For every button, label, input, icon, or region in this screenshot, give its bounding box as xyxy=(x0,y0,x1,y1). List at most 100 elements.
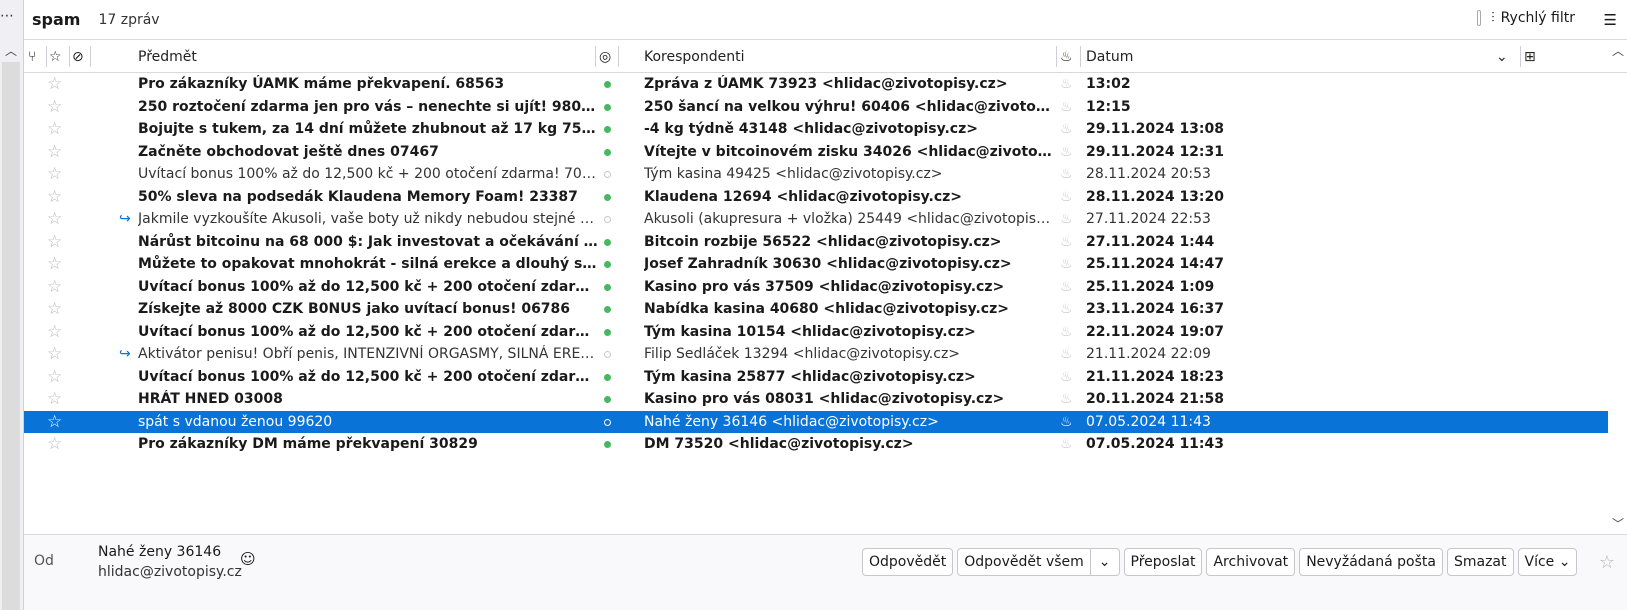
junk-flame-icon[interactable]: ♨ xyxy=(1060,165,1073,183)
star-message-icon[interactable]: ☆ xyxy=(1599,552,1615,573)
star-icon[interactable]: ☆ xyxy=(47,97,62,117)
subject-column-header[interactable]: Předmět xyxy=(138,40,197,73)
scroll-up-icon[interactable]: ︿ xyxy=(1612,42,1624,59)
message-row[interactable]: ☆ ↪ Jakmile vyzkoušíte Akusoli, vaše boty … xyxy=(24,208,1608,231)
star-icon[interactable]: ☆ xyxy=(47,164,62,184)
archive-button[interactable]: Archivovat xyxy=(1206,548,1296,576)
message-row[interactable]: ☆ Můžete to opakovat mnohokrát - silná er… xyxy=(24,253,1608,276)
read-status-dot[interactable] xyxy=(604,238,611,246)
message-list-scrollbar[interactable]: ︿ ﹀ xyxy=(1608,40,1627,534)
read-status-dot[interactable] xyxy=(604,103,611,111)
star-icon[interactable]: ☆ xyxy=(47,434,62,454)
junk-flame-icon[interactable]: ♨ xyxy=(1060,143,1073,161)
message-row[interactable]: ☆ 50% sleva na podsedák Klaudena Memory F… xyxy=(24,186,1608,209)
star-icon[interactable]: ☆ xyxy=(47,119,62,139)
junk-flame-icon[interactable]: ♨ xyxy=(1060,98,1073,116)
junk-button[interactable]: Nevyžádaná pošta xyxy=(1299,548,1443,576)
junk-flame-icon[interactable]: ♨ xyxy=(1060,390,1073,408)
junk-status-column-icon[interactable]: ♨ xyxy=(1060,40,1076,73)
read-status-dot[interactable] xyxy=(604,81,611,88)
message-row[interactable]: ☆ Uvítací bonus 100% až do 12,500 kč + 20… xyxy=(24,276,1608,299)
message-row[interactable]: ☆ 250 roztočení zdarma jen pro vás – nene… xyxy=(24,96,1608,119)
junk-flame-icon[interactable]: ♨ xyxy=(1060,323,1073,341)
junk-flame-icon[interactable]: ♨ xyxy=(1060,345,1073,363)
scroll-up-icon[interactable]: ︿ xyxy=(5,42,17,59)
read-status-dot[interactable] xyxy=(604,351,611,358)
star-icon[interactable]: ☆ xyxy=(47,187,62,207)
reply-button[interactable]: Odpovědět xyxy=(862,548,954,576)
junk-flame-icon[interactable]: ♨ xyxy=(1060,413,1073,431)
message-row[interactable]: ☆ Uvítací bonus 100% až do 12,500 kč + 20… xyxy=(24,366,1608,389)
read-status-dot[interactable] xyxy=(604,418,611,426)
junk-flame-icon[interactable]: ♨ xyxy=(1060,368,1073,386)
read-status-dot[interactable] xyxy=(604,193,611,201)
message-row[interactable]: ☆ ↪ Aktivátor penisu! Obří penis, INTENZIV… xyxy=(24,343,1608,366)
attachment-column-icon[interactable]: ⊘ xyxy=(72,40,88,73)
star-icon[interactable]: ☆ xyxy=(47,322,62,342)
sender-email[interactable]: hlidac@zivotopisy.cz xyxy=(98,564,242,580)
junk-flame-icon[interactable]: ♨ xyxy=(1060,255,1073,273)
star-icon[interactable]: ☆ xyxy=(47,209,62,229)
message-row[interactable]: ☆ Nárůst bitcoinu na 68 000 $: Jak invest… xyxy=(24,231,1608,254)
read-status-dot[interactable] xyxy=(604,148,611,156)
message-row[interactable]: ☆ Získejte až 8000 CZK B0NUS jako uvítací… xyxy=(24,298,1608,321)
message-row[interactable]: ☆ Začněte obchodovat ještě dnes 07467 Víte… xyxy=(24,141,1608,164)
read-status-dot[interactable] xyxy=(604,126,611,133)
junk-flame-icon[interactable]: ♨ xyxy=(1060,300,1073,318)
junk-flame-icon[interactable]: ♨ xyxy=(1060,435,1073,453)
sort-chevron-down-icon[interactable]: ⌄ xyxy=(1496,40,1508,73)
read-status-dot[interactable] xyxy=(604,306,611,313)
quick-filter-toggle[interactable] xyxy=(1477,10,1482,26)
message-row[interactable]: ☆ Pro zákazníky ÚAMK máme překvapení. 685… xyxy=(24,73,1608,96)
folder-pane-scrollbar[interactable] xyxy=(2,62,20,610)
star-icon[interactable]: ☆ xyxy=(47,389,62,409)
star-icon[interactable]: ☆ xyxy=(47,74,62,94)
junk-flame-icon[interactable]: ♨ xyxy=(1060,120,1073,138)
column-picker-icon[interactable]: ⊞ xyxy=(1524,40,1536,73)
more-dots-icon[interactable]: ⋯ xyxy=(0,8,14,24)
forward-button[interactable]: Přeposlat xyxy=(1123,548,1203,576)
message-row[interactable]: ☆ HRÁT HNED 03008 Kasino pro vás 08031 <hl… xyxy=(24,388,1608,411)
message-row[interactable]: ☆ Bojujte s tukem, za 14 dní můžete zhubn… xyxy=(24,118,1608,141)
read-status-dot[interactable] xyxy=(604,283,611,291)
add-contact-icon[interactable]: ☺ xyxy=(240,550,256,568)
star-icon[interactable]: ☆ xyxy=(47,142,62,162)
message-row[interactable]: ☆ Pro zákazníky DM máme překvapení 30829 D… xyxy=(24,433,1608,456)
message-row[interactable]: ☆ Uvítací bonus 100% až do 12,500 kč + 20… xyxy=(24,321,1608,344)
thread-column-icon[interactable]: ⑂ xyxy=(28,40,44,73)
read-status-dot[interactable] xyxy=(604,216,611,223)
message-row[interactable]: ☆ Uvítací bonus 100% až do 12,500 kč + 20… xyxy=(24,163,1608,186)
star-icon[interactable]: ☆ xyxy=(47,299,62,319)
date-column-header[interactable]: Datum xyxy=(1086,40,1133,73)
read-status-dot[interactable] xyxy=(604,373,611,381)
star-icon[interactable]: ☆ xyxy=(47,344,62,364)
sender-name[interactable]: Nahé ženy 36146 xyxy=(98,544,221,560)
message-row[interactable]: ☆ spát s vdanou ženou 99620 Nahé ženy 3614… xyxy=(24,410,1608,433)
correspondents-column-header[interactable]: Korespondenti xyxy=(644,40,744,73)
read-status-dot[interactable] xyxy=(604,441,611,448)
star-icon[interactable]: ☆ xyxy=(47,277,62,297)
junk-flame-icon[interactable]: ♨ xyxy=(1060,233,1073,251)
star-column-icon[interactable]: ☆ xyxy=(49,40,67,73)
junk-flame-icon[interactable]: ♨ xyxy=(1060,188,1073,206)
message-subject: Pro zákazníky ÚAMK máme překvapení. 6856… xyxy=(138,76,505,92)
junk-flame-icon[interactable]: ♨ xyxy=(1060,278,1073,296)
star-icon[interactable]: ☆ xyxy=(47,367,62,387)
more-button[interactable]: Více ⌄ xyxy=(1517,548,1578,576)
delete-button[interactable]: Smazat xyxy=(1446,548,1514,576)
read-status-dot[interactable] xyxy=(604,396,611,403)
junk-flame-icon[interactable]: ♨ xyxy=(1060,75,1073,93)
reply-all-button[interactable]: Odpovědět všem xyxy=(957,548,1091,576)
read-status-dot[interactable] xyxy=(604,328,611,336)
scroll-down-icon[interactable]: ﹀ xyxy=(1612,515,1624,532)
list-layout-icon[interactable]: ☰ xyxy=(1604,11,1617,29)
read-status-dot[interactable] xyxy=(604,171,611,178)
junk-flame-icon[interactable]: ♨ xyxy=(1060,210,1073,228)
reply-all-dropdown-chevron-down-icon[interactable]: ⌄ xyxy=(1090,548,1120,576)
star-icon[interactable]: ☆ xyxy=(47,254,62,274)
read-status-column-icon[interactable]: ◎ xyxy=(599,40,615,73)
star-icon[interactable]: ☆ xyxy=(47,232,62,252)
read-status-dot[interactable] xyxy=(604,261,611,268)
star-icon[interactable]: ☆ xyxy=(47,412,62,432)
quick-filter-button[interactable]: ⫶ Rychlý filtr xyxy=(1477,10,1575,26)
